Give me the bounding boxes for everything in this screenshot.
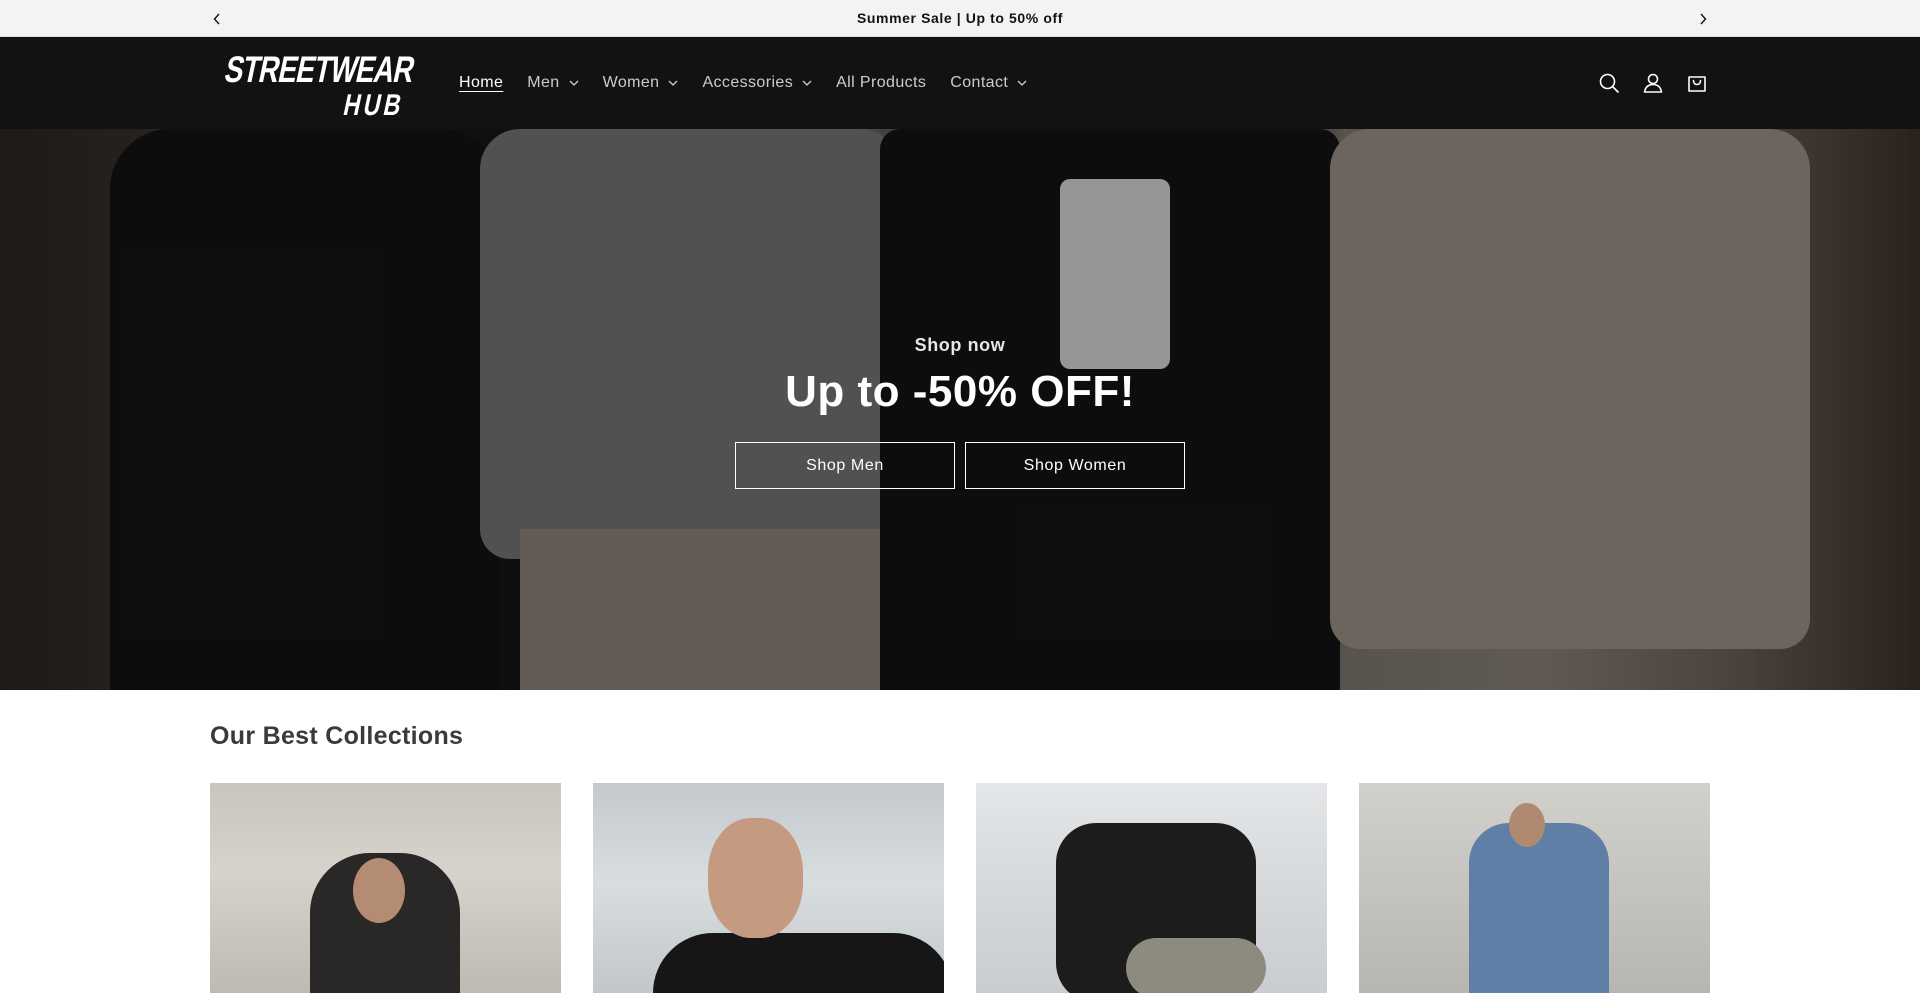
shop-women-button[interactable]: Shop Women — [965, 442, 1185, 489]
nav-accessories[interactable]: Accessories — [702, 74, 812, 92]
header-icons — [1587, 37, 1719, 129]
nav-all-products-label: All Products — [836, 74, 927, 91]
streetwear-hub-logo: STREETWEAR HUB — [221, 48, 419, 122]
announcement-next-button[interactable] — [1688, 0, 1718, 37]
account-icon — [1643, 73, 1663, 93]
shop-men-button[interactable]: Shop Men — [735, 442, 955, 489]
nav-contact[interactable]: Contact — [950, 74, 1027, 92]
collection-image-face — [708, 818, 803, 938]
account-button[interactable] — [1631, 61, 1675, 105]
hero-title: Up to -50% OFF! — [785, 367, 1135, 416]
main-nav: Home Men Women Accessories All Products … — [459, 37, 1051, 129]
chevron-right-icon — [1700, 13, 1707, 24]
hero-content: Shop now Up to -50% OFF! Shop Men Shop W… — [0, 129, 1920, 690]
chevron-down-icon — [1017, 80, 1027, 86]
chevron-down-icon — [668, 80, 678, 86]
announcement-bar: Summer Sale | Up to 50% off — [0, 0, 1920, 37]
nav-contact-label: Contact — [950, 74, 1009, 91]
collection-card[interactable] — [1359, 783, 1710, 993]
collection-card[interactable] — [210, 783, 561, 993]
collection-image-woman-denim-set — [1469, 823, 1609, 993]
nav-home[interactable]: Home — [459, 74, 503, 92]
collection-image-man-black-polo — [653, 933, 944, 993]
chevron-down-icon — [802, 80, 812, 86]
nav-accessories-label: Accessories — [702, 74, 794, 91]
svg-text:STREETWEAR: STREETWEAR — [221, 49, 416, 90]
cart-icon — [1688, 76, 1706, 92]
chevron-down-icon — [569, 80, 579, 86]
search-button[interactable] — [1587, 61, 1631, 105]
site-header: STREETWEAR HUB Home Men Women Accessorie… — [0, 37, 1920, 129]
nav-men-label: Men — [527, 74, 560, 91]
collection-card[interactable] — [593, 783, 944, 993]
nav-women[interactable]: Women — [603, 74, 679, 92]
nav-women-label: Women — [602, 74, 660, 91]
collection-card[interactable] — [976, 783, 1327, 993]
collections-title: Our Best Collections — [210, 722, 464, 750]
collection-image-face — [1509, 803, 1545, 847]
cart-button[interactable] — [1675, 61, 1719, 105]
search-icon — [1599, 73, 1619, 93]
nav-men[interactable]: Men — [527, 74, 579, 92]
hero-banner: Shop now Up to -50% OFF! Shop Men Shop W… — [0, 129, 1920, 690]
announcement-text: Summer Sale | Up to 50% off — [856, 10, 1064, 26]
nav-all-products[interactable]: All Products — [836, 74, 926, 92]
site-logo[interactable]: STREETWEAR HUB — [216, 48, 419, 122]
svg-text:HUB: HUB — [340, 89, 407, 117]
hero-eyebrow: Shop now — [914, 335, 1006, 355]
collection-image-sneaker — [1126, 938, 1266, 993]
collection-image-face — [353, 858, 405, 923]
nav-home-label: Home — [459, 74, 504, 91]
